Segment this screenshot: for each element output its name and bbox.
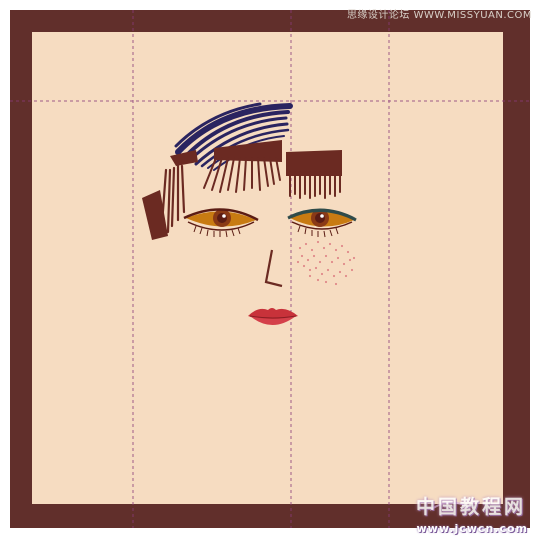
artwork-stage: 思缘设计论坛 WWW.MISSYUAN.COM 中国教程网 www.jcwcn.… xyxy=(0,0,540,539)
right-pupil xyxy=(315,213,325,223)
watermark-bottom-cn: 中国教程网 xyxy=(415,496,526,518)
right-eye-highlight xyxy=(320,214,324,218)
face-artwork xyxy=(0,0,540,539)
left-eye-highlight xyxy=(222,214,226,218)
left-pupil xyxy=(217,213,227,223)
canvas xyxy=(32,32,503,504)
watermark-top: 思缘设计论坛 WWW.MISSYUAN.COM xyxy=(346,10,532,21)
watermark-bottom-url: www.jcwcn.com xyxy=(416,522,528,535)
